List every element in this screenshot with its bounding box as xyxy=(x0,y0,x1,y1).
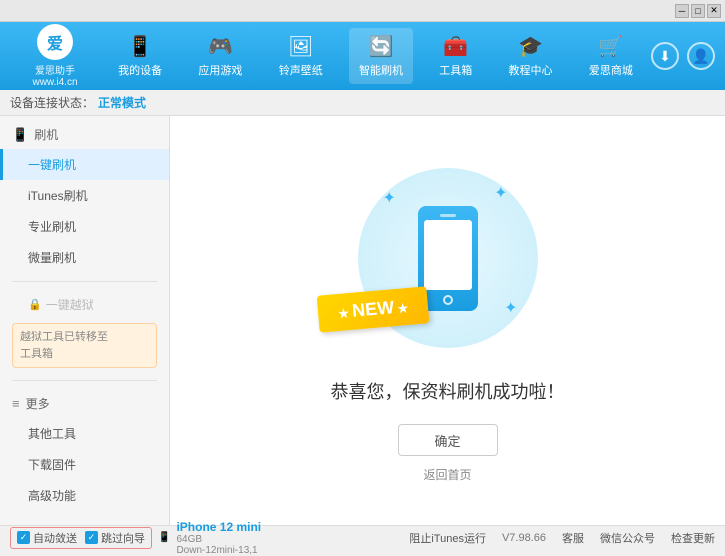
window-controls: ─ □ ✕ xyxy=(675,4,721,18)
nav-tutorial-label: 教程中心 xyxy=(509,62,553,78)
device-name: iPhone 12 mini xyxy=(176,520,261,534)
store-icon: 🛒 xyxy=(598,34,623,59)
version-text: V7.98.66 xyxy=(502,532,546,544)
logo-circle: 爱 xyxy=(37,24,73,60)
sidebar-more-section: ≡ 更多 其他工具 下载固件 高级功能 xyxy=(0,385,169,515)
sidebar-item-download-firmware[interactable]: 下载固件 xyxy=(0,449,169,480)
sidebar-flash-title: 📱 刷机 xyxy=(0,120,169,149)
flash-section-label: 刷机 xyxy=(34,126,58,143)
my-device-icon: 📱 xyxy=(128,34,153,59)
nav-tutorial[interactable]: 🎓 教程中心 xyxy=(499,28,563,84)
status-bar: ✓ 自动敛送 ✓ 跳过向导 📱 iPhone 12 mini 64GB Down… xyxy=(0,525,725,549)
nav-wallpaper-label: 铃声壁纸 xyxy=(279,62,323,78)
sidebar-item-pro-flash[interactable]: 专业刷机 xyxy=(0,211,169,242)
jailbreak-info-text: 越狱工具已转移至工具箱 xyxy=(20,331,108,360)
download-button[interactable]: ⬇ xyxy=(651,42,679,70)
sidebar-item-advanced[interactable]: 高级功能 xyxy=(0,480,169,511)
sidebar-flash-section: 📱 刷机 一键刷机 iTunes刷机 专业刷机 微量刷机 xyxy=(0,116,169,277)
logo-line2: www.i4.cn xyxy=(32,77,77,88)
logo-symbol: 爱 xyxy=(47,30,63,54)
auto-close-checkbox-label[interactable]: ✓ 自动敛送 xyxy=(17,530,77,546)
guide-checkbox[interactable]: ✓ xyxy=(85,531,98,544)
sidebar-jailbreak-title: 🔒 一键越狱 xyxy=(0,290,169,319)
sparkle-bottom-right: ✦ xyxy=(504,298,517,318)
guide-checkbox-label[interactable]: ✓ 跳过向导 xyxy=(85,530,145,546)
nav-smart-flash[interactable]: 🔄 智能刷机 xyxy=(349,28,413,84)
device-storage: 64GB xyxy=(176,534,261,545)
jailbreak-info-box: 越狱工具已转移至工具箱 xyxy=(12,323,157,368)
status-label: 设备连接状态： xyxy=(10,94,94,111)
nav-toolbox[interactable]: 🧰 工具箱 xyxy=(429,28,482,84)
nav-right: ⬇ 👤 xyxy=(651,42,715,70)
check-update-link[interactable]: 检查更新 xyxy=(671,530,715,546)
toolbox-icon: 🧰 xyxy=(443,34,468,59)
wallpaper-icon: 🖼 xyxy=(288,34,313,59)
sidebar-item-itunes-flash[interactable]: iTunes刷机 xyxy=(0,180,169,211)
device-status-area: ✓ 自动敛送 ✓ 跳过向导 📱 iPhone 12 mini 64GB Down… xyxy=(10,520,405,556)
confirm-button[interactable]: 确定 xyxy=(398,424,498,456)
sidebar: 📱 刷机 一键刷机 iTunes刷机 专业刷机 微量刷机 🔒 一键越狱 越狱工具… xyxy=(0,116,170,525)
sidebar-item-one-click-flash[interactable]: 一键刷机 xyxy=(0,149,169,180)
sidebar-more-title: ≡ 更多 xyxy=(0,389,169,418)
apps-icon: 🎮 xyxy=(208,34,233,59)
sidebar-divider-2 xyxy=(12,380,157,381)
nav-wallpaper[interactable]: 🖼 铃声壁纸 xyxy=(269,28,333,84)
close-button[interactable]: ✕ xyxy=(707,4,721,18)
lock-icon: 🔒 xyxy=(28,298,42,311)
guide-label: 跳过向导 xyxy=(101,530,145,546)
nav-smart-flash-label: 智能刷机 xyxy=(359,62,403,78)
checkboxes-container: ✓ 自动敛送 ✓ 跳过向导 xyxy=(10,527,152,549)
nav-apps-label: 应用游戏 xyxy=(198,62,242,78)
jailbreak-label: 一键越狱 xyxy=(46,296,94,313)
back-link[interactable]: 返回首页 xyxy=(423,466,471,483)
nav-apps[interactable]: 🎮 应用游戏 xyxy=(188,28,252,84)
sidebar-divider-1 xyxy=(12,281,157,282)
profile-button[interactable]: 👤 xyxy=(687,42,715,70)
nav-items: 📱 我的设备 🎮 应用游戏 🖼 铃声壁纸 🔄 智能刷机 🧰 工具箱 🎓 教程中心… xyxy=(100,28,651,84)
title-bar: ─ □ ✕ xyxy=(0,0,725,22)
logo-area: 爱 爱思助手 www.i4.cn xyxy=(10,24,100,88)
phone-screen xyxy=(424,220,472,290)
status-strip: 设备连接状态： 正常模式 xyxy=(0,90,725,116)
tutorial-icon: 🎓 xyxy=(518,34,543,59)
nav-store[interactable]: 🛒 爱思商城 xyxy=(579,28,643,84)
stop-itunes-link[interactable]: 阻止iTunes运行 xyxy=(409,530,486,546)
content-area: ✦ ✦ ✦ NEW 恭喜您，保资料刷机成功啦！ 确定 返回首页 xyxy=(170,116,725,525)
auto-close-label: 自动敛送 xyxy=(33,530,77,546)
minimize-button[interactable]: ─ xyxy=(675,4,689,18)
maximize-button[interactable]: □ xyxy=(691,4,705,18)
logo-line1: 爱思助手 xyxy=(35,62,75,77)
phone-speaker xyxy=(440,214,456,217)
device-firmware: Down-12mini-13,1 xyxy=(176,545,261,556)
sparkle-top-right: ✦ xyxy=(494,183,507,203)
sparkle-top-left: ✦ xyxy=(383,188,396,208)
nav-my-device[interactable]: 📱 我的设备 xyxy=(108,28,172,84)
main-layout: 📱 刷机 一键刷机 iTunes刷机 专业刷机 微量刷机 🔒 一键越狱 越狱工具… xyxy=(0,116,725,525)
more-section-label: 更多 xyxy=(26,395,50,412)
footer-right: 阻止iTunes运行 V7.98.66 客服 微信公众号 检查更新 xyxy=(409,530,715,546)
device-info-area: 📱 xyxy=(158,532,170,543)
sidebar-item-small-flash[interactable]: 微量刷机 xyxy=(0,242,169,273)
sidebar-jailbreak-section: 🔒 一键越狱 越狱工具已转移至工具箱 xyxy=(0,286,169,376)
phone-small-icon: 📱 xyxy=(158,532,170,543)
nav-store-label: 爱思商城 xyxy=(589,62,633,78)
more-section-icon: ≡ xyxy=(12,396,20,411)
status-value: 正常模式 xyxy=(98,94,146,111)
nav-toolbox-label: 工具箱 xyxy=(439,62,472,78)
top-nav: 爱 爱思助手 www.i4.cn 📱 我的设备 🎮 应用游戏 🖼 铃声壁纸 🔄 … xyxy=(0,22,725,90)
nav-my-device-label: 我的设备 xyxy=(118,62,162,78)
wechat-link[interactable]: 微信公众号 xyxy=(600,530,655,546)
auto-close-checkbox[interactable]: ✓ xyxy=(17,531,30,544)
phone-home xyxy=(443,295,453,305)
success-title: 恭喜您，保资料刷机成功啦！ xyxy=(331,378,565,404)
service-link[interactable]: 客服 xyxy=(562,530,584,546)
sidebar-item-other-tools[interactable]: 其他工具 xyxy=(0,418,169,449)
flash-section-icon: 📱 xyxy=(12,127,28,143)
success-illustration: ✦ ✦ ✦ NEW xyxy=(338,158,558,358)
device-details: iPhone 12 mini 64GB Down-12mini-13,1 xyxy=(176,520,261,556)
smart-flash-icon: 🔄 xyxy=(369,34,394,59)
